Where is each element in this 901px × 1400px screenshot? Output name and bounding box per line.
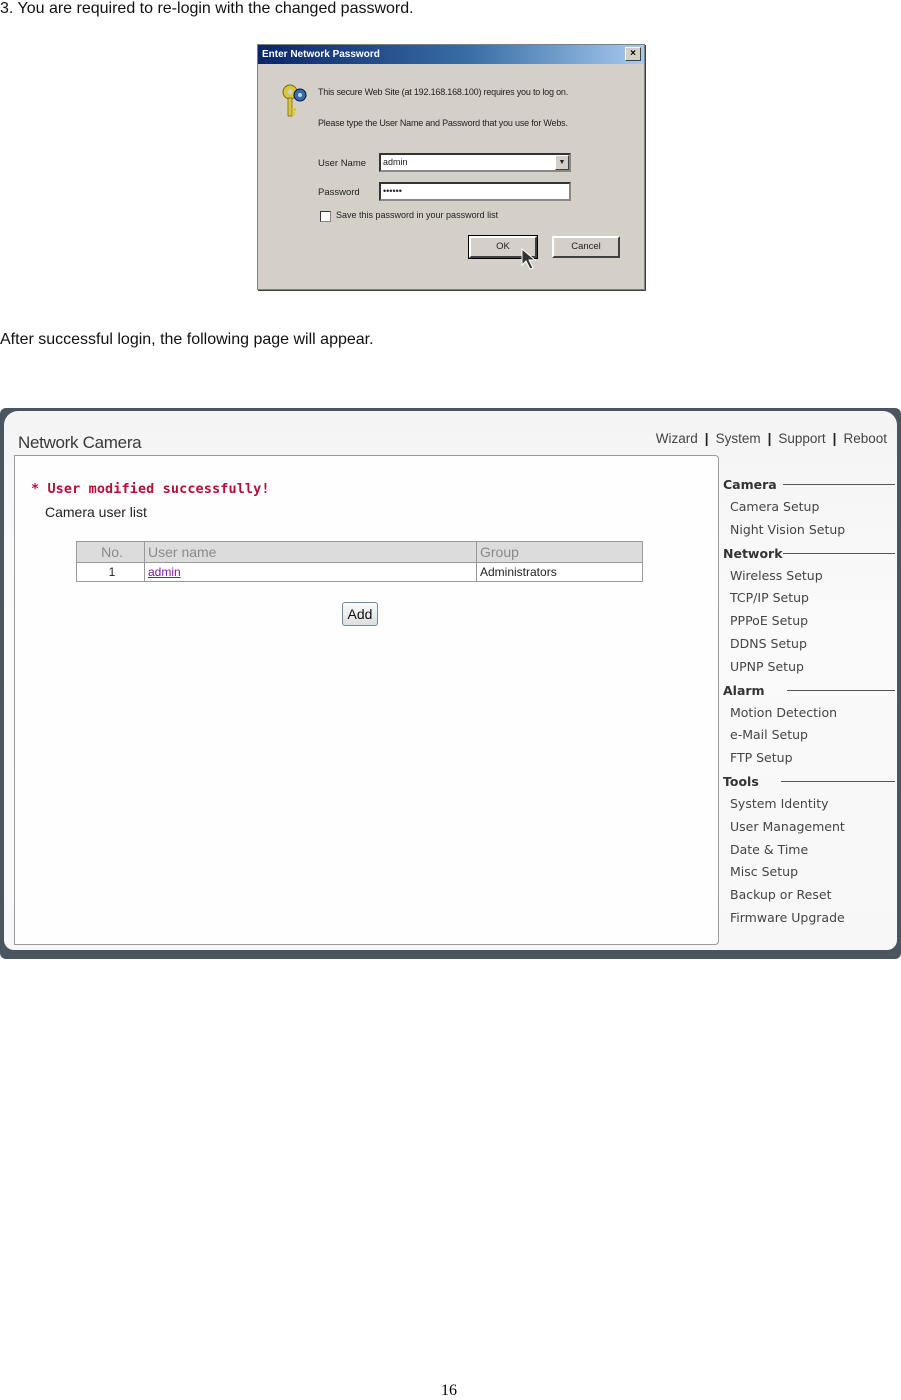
nav-system[interactable]: System <box>716 431 761 446</box>
sidebar-item-firmware-upgrade[interactable]: Firmware Upgrade <box>723 907 895 930</box>
nav-reboot[interactable]: Reboot <box>843 431 887 446</box>
divider <box>786 689 895 691</box>
sidebar-item-ftp-setup[interactable]: FTP Setup <box>723 747 895 770</box>
sidebar-item-tcpip-setup[interactable]: TCP/IP Setup <box>723 587 895 610</box>
sidebar-item-backup-reset[interactable]: Backup or Reset <box>723 884 895 907</box>
close-icon[interactable]: × <box>625 47 641 61</box>
sidebar-item-night-vision-setup[interactable]: Night Vision Setup <box>723 519 895 542</box>
save-password-checkbox[interactable] <box>320 211 331 222</box>
mouse-cursor-icon <box>521 247 537 270</box>
chevron-down-icon[interactable]: ▼ <box>555 155 569 170</box>
group-title: Tools <box>723 773 759 789</box>
cell-user-name: admin <box>144 562 477 582</box>
table-row: 1 admin Administrators <box>76 562 643 582</box>
sidebar-item-email-setup[interactable]: e-Mail Setup <box>723 724 895 747</box>
sidebar-item-misc-setup[interactable]: Misc Setup <box>723 861 895 884</box>
header-no: No. <box>76 541 145 563</box>
password-field[interactable]: •••••• <box>379 182 571 201</box>
nav-wizard[interactable]: Wizard <box>656 431 698 446</box>
username-field[interactable]: admin ▼ <box>379 153 571 172</box>
login-dialog: Enter Network Password × This secure Web… <box>257 44 645 290</box>
add-user-button[interactable]: Add <box>342 602 378 626</box>
sidebar-item-system-identity[interactable]: System Identity <box>723 793 895 816</box>
cancel-button[interactable]: Cancel <box>552 236 620 258</box>
sidebar-item-user-management[interactable]: User Management <box>723 816 895 839</box>
sidebar-group-camera: Camera <box>723 473 895 496</box>
username-label: User Name <box>318 158 367 169</box>
top-nav: Wizard | System | Support | Reboot <box>656 431 887 446</box>
sidebar: Camera Camera Setup Night Vision Setup N… <box>723 473 895 930</box>
sidebar-item-ddns-setup[interactable]: DDNS Setup <box>723 633 895 656</box>
sidebar-group-alarm: Alarm <box>723 679 895 702</box>
page-number: 16 <box>441 1382 457 1399</box>
dialog-title: Enter Network Password <box>262 49 380 60</box>
sidebar-item-date-time[interactable]: Date & Time <box>723 839 895 862</box>
cell-group: Administrators <box>476 562 643 582</box>
nav-separator: | <box>704 431 709 446</box>
status-message: * User modified successfully! <box>31 481 270 497</box>
divider <box>782 552 895 554</box>
table-header-row: No. User name Group <box>76 541 643 563</box>
header-user-name: User name <box>144 541 477 563</box>
user-link[interactable]: admin <box>148 565 181 579</box>
divider <box>780 780 895 782</box>
sidebar-item-camera-setup[interactable]: Camera Setup <box>723 496 895 519</box>
dialog-message: This secure Web Site (at 192.168.168.100… <box>318 87 568 97</box>
app-title: Network Camera <box>18 433 142 452</box>
sidebar-item-motion-detection[interactable]: Motion Detection <box>723 702 895 725</box>
save-password-label: Save this password in your password list <box>336 210 499 220</box>
header-group: Group <box>476 541 643 563</box>
nav-separator: | <box>832 431 837 446</box>
sidebar-item-upnp-setup[interactable]: UPNP Setup <box>723 656 895 679</box>
cell-no: 1 <box>76 562 145 582</box>
step-instruction: 3. You are required to re-login with the… <box>0 0 414 17</box>
dialog-title-bar: Enter Network Password × <box>258 45 644 64</box>
camera-page: Network Camera Wizard | System | Support… <box>4 411 897 950</box>
username-value: admin <box>383 157 408 167</box>
nav-separator: | <box>767 431 772 446</box>
main-content: * User modified successfully! Camera use… <box>14 455 719 945</box>
group-title: Network <box>723 545 783 561</box>
sidebar-item-wireless-setup[interactable]: Wireless Setup <box>723 565 895 588</box>
dialog-instruction: Please type the User Name and Password t… <box>318 118 568 128</box>
keys-icon <box>282 84 307 117</box>
password-label: Password <box>318 187 360 198</box>
sidebar-item-pppoe-setup[interactable]: PPPoE Setup <box>723 610 895 633</box>
section-title: Camera user list <box>45 504 147 520</box>
sidebar-group-network: Network <box>723 542 895 565</box>
sidebar-group-tools: Tools <box>723 770 895 793</box>
password-value: •••••• <box>383 186 402 196</box>
group-title: Camera <box>723 477 777 492</box>
user-table: No. User name Group 1 admin Administrato… <box>76 541 643 582</box>
after-login-text: After successful login, the following pa… <box>0 331 374 348</box>
network-camera-window: Network Camera Wizard | System | Support… <box>0 408 901 959</box>
divider <box>782 484 895 485</box>
nav-support[interactable]: Support <box>778 431 825 446</box>
group-title: Alarm <box>723 682 765 698</box>
